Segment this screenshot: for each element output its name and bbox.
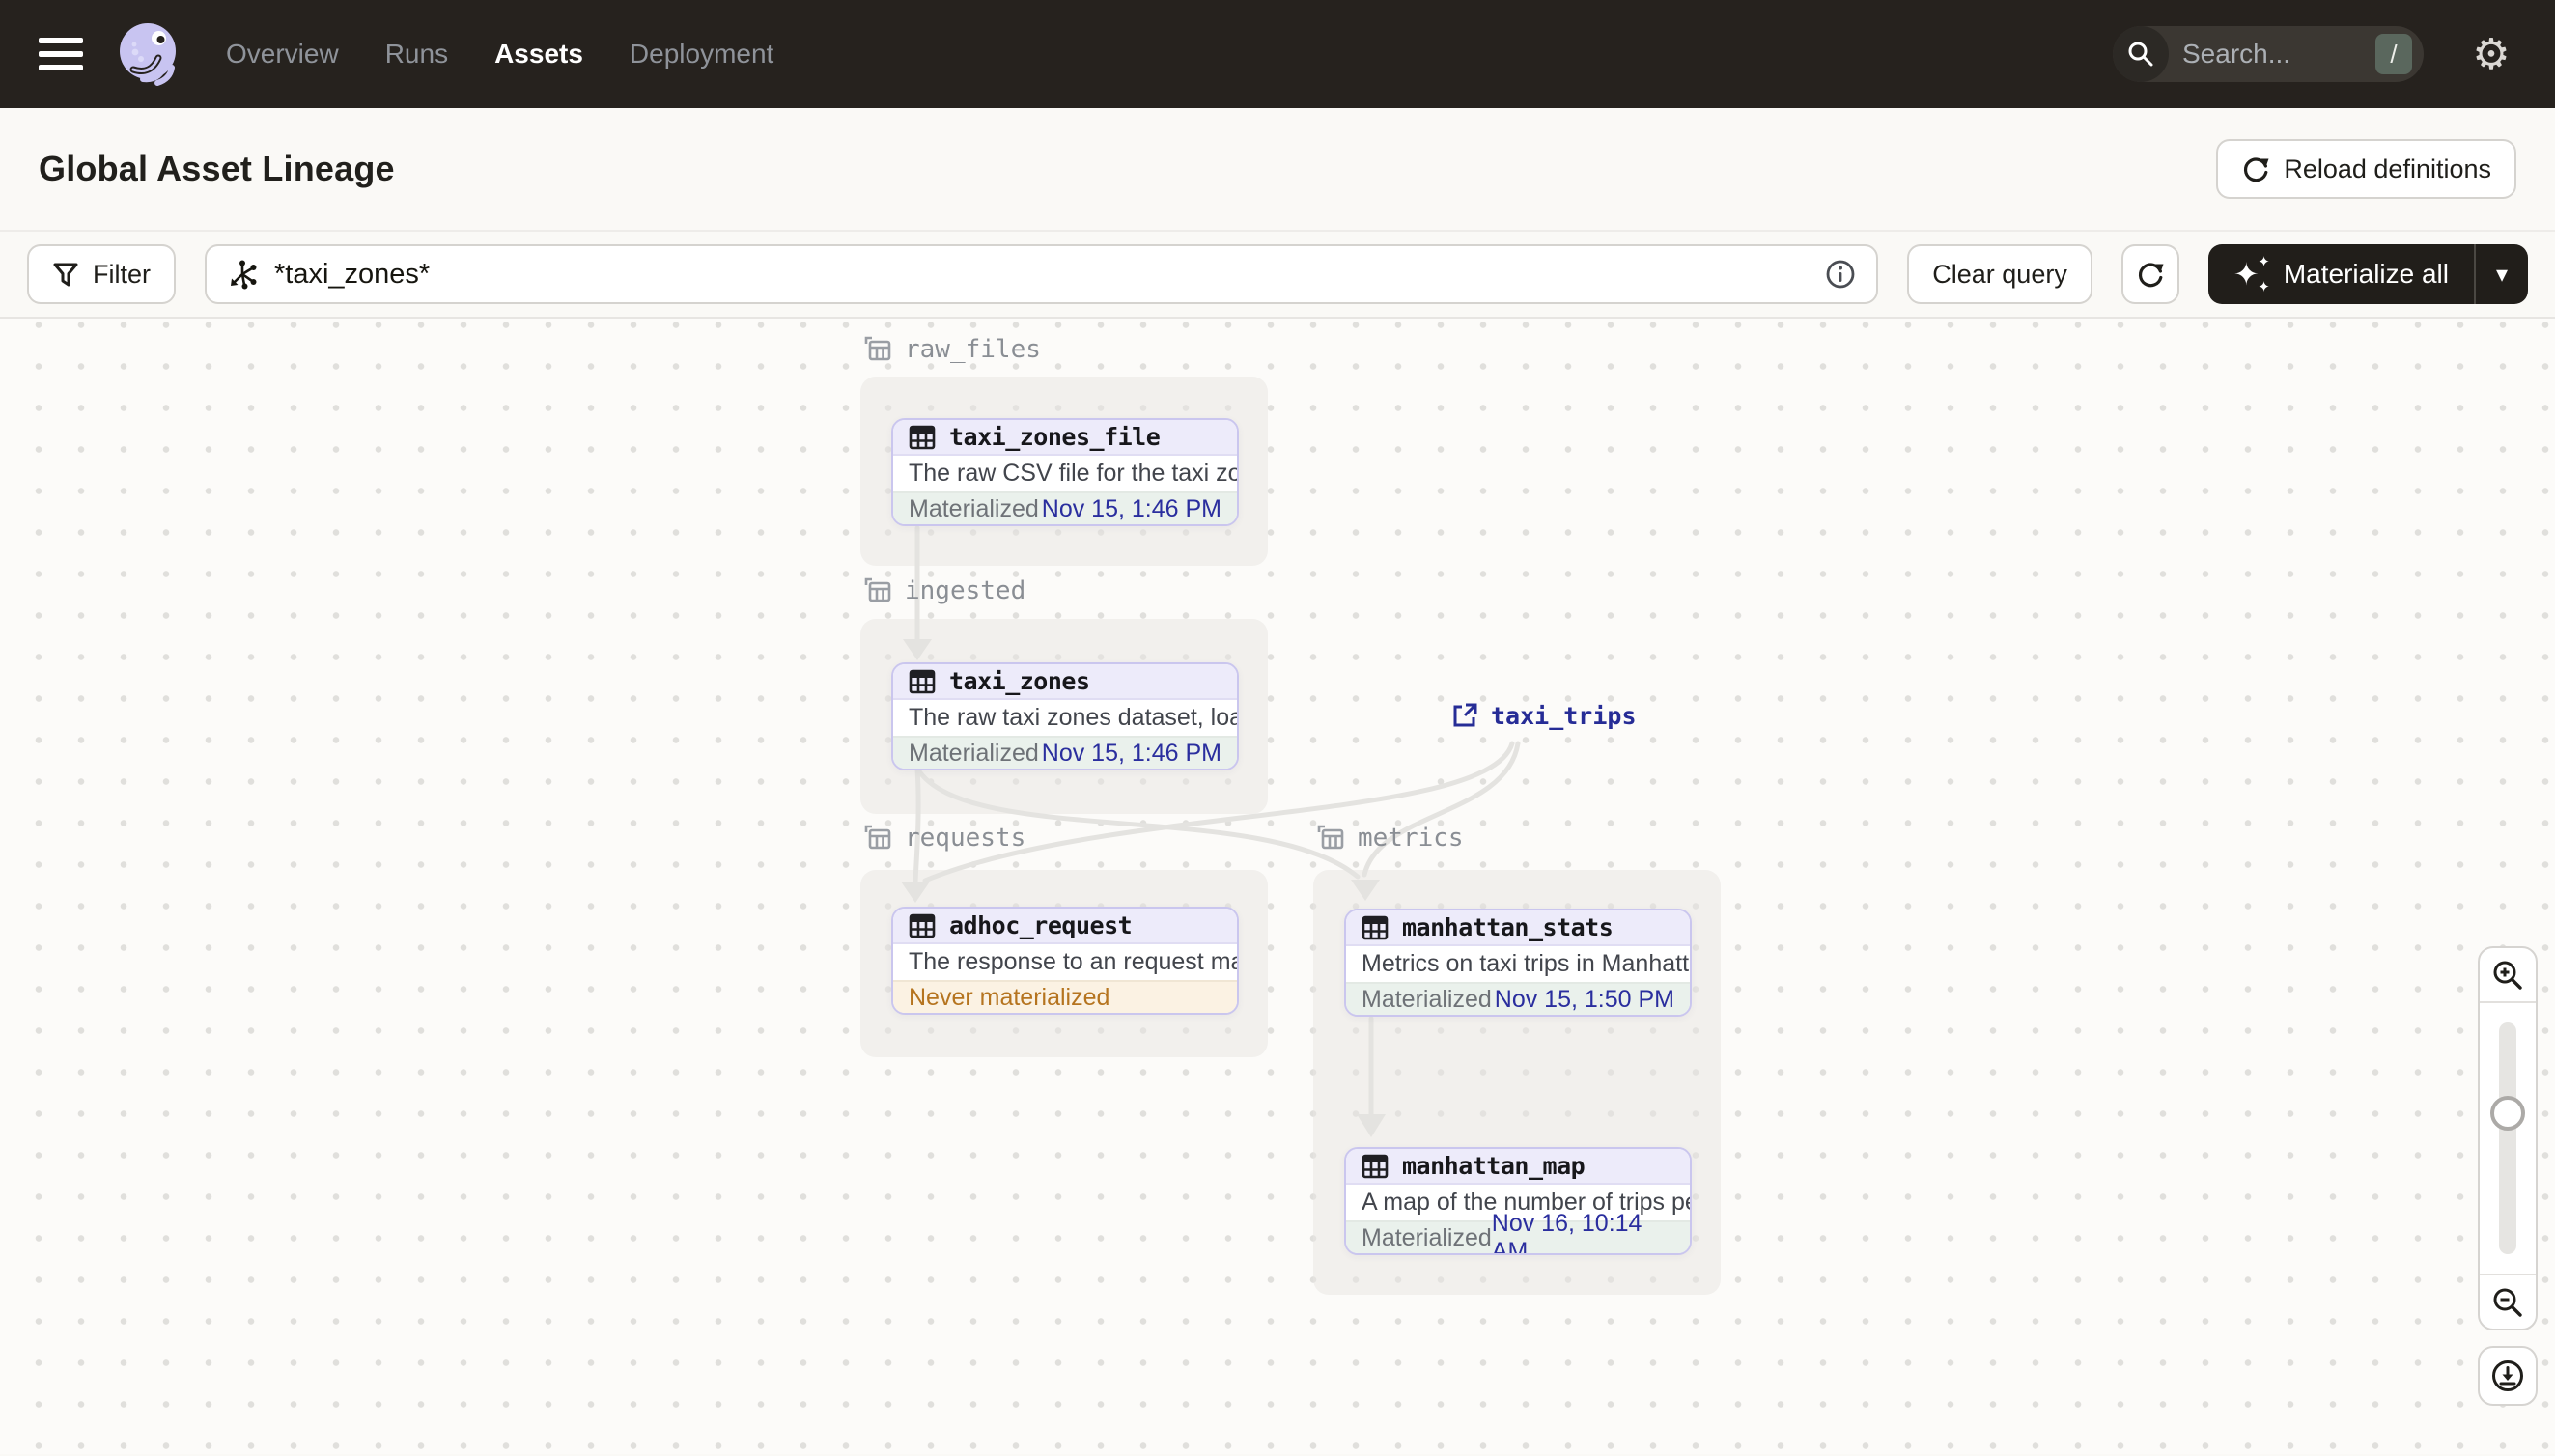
nav-link-overview[interactable]: Overview: [226, 39, 339, 70]
chevron-down-icon: ▾: [2495, 261, 2509, 288]
settings-gear-icon[interactable]: ⚙: [2466, 29, 2516, 79]
hamburger-menu-icon[interactable]: [39, 38, 83, 70]
lineage-toolbar: Filter *taxi_zones* Clear query ✦ ✦ ✦ Ma…: [0, 230, 2555, 319]
zoom-in-button[interactable]: [2480, 948, 2536, 1003]
dagster-logo[interactable]: [114, 19, 183, 89]
zoom-in-icon: [2493, 961, 2522, 990]
group-label-ingested: ingested: [862, 575, 1025, 606]
zoom-slider[interactable]: [2480, 1003, 2536, 1274]
status-label: Materialized: [1362, 1223, 1492, 1251]
table-icon: [909, 913, 936, 938]
external-link-icon: [1453, 703, 1477, 727]
materialize-all-split-button: ✦ ✦ ✦ Materialize all ▾: [2207, 244, 2528, 304]
page-title: Global Asset Lineage: [39, 149, 395, 188]
materialize-all-button[interactable]: ✦ ✦ ✦ Materialize all: [2208, 244, 2474, 304]
table-icon: [1362, 1154, 1389, 1178]
table-icon: [909, 669, 936, 693]
table-icon: [1362, 915, 1389, 939]
asset-status-bar: Never materialized: [893, 980, 1237, 1013]
refresh-graph-button[interactable]: [2120, 244, 2179, 304]
download-graph-button[interactable]: [2478, 1346, 2538, 1406]
download-icon: [2492, 1360, 2523, 1391]
asset-description: The raw taxi zones dataset, loaded int..…: [909, 704, 1237, 731]
zoom-slider-track[interactable]: [2499, 1022, 2516, 1254]
reload-definitions-button[interactable]: Reload definitions: [2216, 139, 2516, 199]
group-table-icon: [864, 336, 891, 361]
search-input[interactable]: Search... /: [2113, 26, 2424, 82]
group-table-icon: [1317, 825, 1344, 850]
asset-description: The raw CSV file for the taxi zones dat.…: [909, 460, 1237, 487]
group-table-icon: [864, 577, 891, 602]
clear-query-button[interactable]: Clear query: [1907, 244, 2092, 304]
nav-link-assets[interactable]: Assets: [494, 39, 583, 70]
asset-node-taxi-zones[interactable]: taxi_zones The raw taxi zones dataset, l…: [891, 662, 1239, 770]
asset-node-adhoc-request[interactable]: adhoc_request The response to an request…: [891, 907, 1239, 1015]
asset-status-bar: Materialized Nov 15, 1:46 PM: [893, 491, 1237, 524]
graph-query-icon: [231, 260, 257, 290]
refresh-icon: [2244, 157, 2269, 182]
search-icon: [2113, 26, 2169, 82]
primary-nav: Overview Runs Assets Deployment: [226, 39, 773, 70]
asset-status-bar: Materialized Nov 15, 1:50 PM: [1346, 982, 1690, 1015]
asset-status-bar: Materialized Nov 16, 10:14 AM: [1346, 1210, 1690, 1253]
nav-link-deployment[interactable]: Deployment: [630, 39, 773, 70]
asset-node-taxi-zones-file[interactable]: taxi_zones_file The raw CSV file for the…: [891, 418, 1239, 526]
materialization-timestamp: Nov 15, 1:46 PM: [1041, 494, 1221, 522]
zoom-out-button[interactable]: [2480, 1274, 2536, 1329]
lineage-graph-canvas[interactable]: raw_files ingested requests metrics taxi…: [0, 319, 2555, 1454]
materialization-timestamp: Nov 15, 1:50 PM: [1494, 985, 1674, 1013]
zoom-controls: [2478, 946, 2538, 1330]
page-header: Global Asset Lineage Reload definitions: [0, 108, 2555, 230]
top-navbar: Overview Runs Assets Deployment Search..…: [0, 0, 2555, 108]
status-label: Materialized: [1362, 985, 1492, 1013]
zoom-slider-handle[interactable]: [2490, 1096, 2525, 1131]
filter-button[interactable]: Filter: [27, 244, 176, 304]
asset-description: The response to an request made in th...: [909, 948, 1237, 975]
status-label: Never materialized: [909, 983, 1110, 1011]
refresh-icon: [2138, 263, 2164, 288]
nav-link-runs[interactable]: Runs: [385, 39, 448, 70]
materialization-timestamp: Nov 16, 10:14 AM: [1491, 1210, 1642, 1255]
asset-description: Metrics on taxi trips in Manhattan: [1362, 950, 1690, 977]
asset-status-bar: Materialized Nov 15, 1:46 PM: [893, 736, 1237, 769]
group-label-raw-files: raw_files: [862, 334, 1041, 365]
info-icon[interactable]: [1824, 258, 1857, 291]
materialization-timestamp: Nov 15, 1:46 PM: [1041, 739, 1221, 767]
status-label: Materialized: [909, 494, 1039, 522]
query-value: *taxi_zones*: [274, 258, 431, 290]
asset-node-manhattan-stats[interactable]: manhattan_stats Metrics on taxi trips in…: [1344, 909, 1692, 1017]
materialize-options-caret[interactable]: ▾: [2476, 244, 2528, 304]
asset-node-manhattan-map[interactable]: manhattan_map A map of the number of tri…: [1344, 1147, 1692, 1255]
group-table-icon: [864, 825, 891, 850]
group-label-requests: requests: [862, 823, 1025, 854]
status-label: Materialized: [909, 739, 1039, 767]
filter-funnel-icon: [53, 263, 78, 287]
zoom-out-icon: [2493, 1288, 2522, 1317]
edge-taxi-trips-to-manhattan-stats: [1362, 741, 1521, 878]
lineage-edges: [901, 525, 1521, 1137]
group-label-metrics: metrics: [1315, 823, 1464, 854]
search-shortcut-badge: /: [2375, 34, 2412, 74]
table-icon: [909, 425, 936, 449]
external-asset-taxi-trips[interactable]: taxi_trips: [1450, 701, 1637, 730]
sparkle-icon: ✦ ✦ ✦: [2232, 254, 2270, 295]
search-placeholder: Search...: [2182, 39, 2291, 69]
asset-selection-query-input[interactable]: *taxi_zones*: [205, 244, 1879, 304]
